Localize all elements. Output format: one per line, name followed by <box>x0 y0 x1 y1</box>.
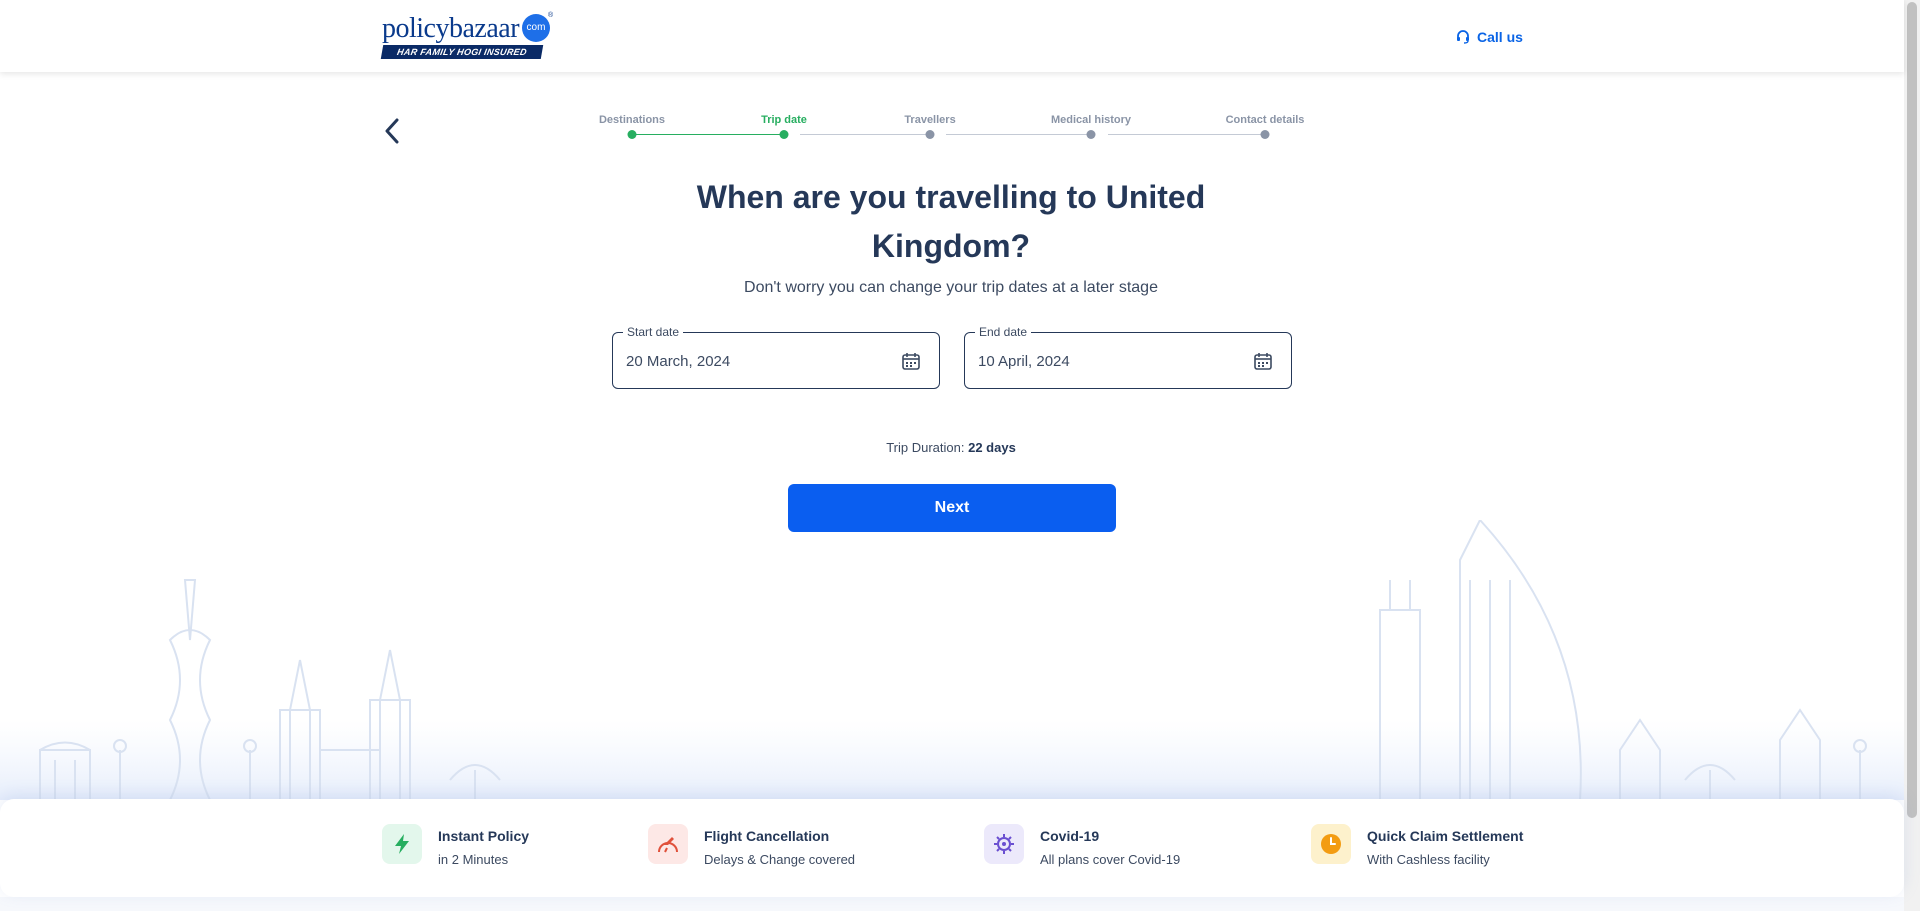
calendar-icon[interactable] <box>901 351 921 371</box>
page-title: When are you travelling to United Kingdo… <box>696 179 1206 264</box>
step-label-trip-date[interactable]: Trip date <box>761 114 807 126</box>
end-date-label: End date <box>975 325 1032 339</box>
step-dot-trip-date <box>779 130 789 139</box>
step-label-destinations[interactable]: Destinations <box>599 114 665 126</box>
bottom-strip <box>0 897 1904 911</box>
end-date-value: 10 April, 2024 <box>978 353 1070 370</box>
feature-title: Instant Policy <box>438 828 530 844</box>
logo-com-badge: com <box>522 14 550 42</box>
call-us-button[interactable]: Call us <box>1455 27 1523 47</box>
top-header: policybazaar com ® HAR FAMILY HOGI INSUR… <box>0 0 1904 72</box>
skyline-illustration <box>0 520 1904 800</box>
step-connector <box>946 134 1090 135</box>
logo-wordmark: policybazaar <box>382 13 520 44</box>
logo-trademark: ® <box>548 12 554 19</box>
step-connector <box>800 134 928 135</box>
trip-duration-value: 22 days <box>968 440 1016 455</box>
call-us-label: Call us <box>1477 29 1523 45</box>
feature-title: Flight Cancellation <box>704 828 830 844</box>
scrollbar-thumb[interactable] <box>1907 2 1917 818</box>
lightning-icon <box>382 824 422 864</box>
start-date-field[interactable]: Start date 20 March, 2024 <box>612 325 940 389</box>
start-date-label: Start date <box>623 325 684 339</box>
progress-stepper: Destinations Trip date Travellers Medica… <box>590 110 1310 140</box>
next-button[interactable]: Next <box>788 484 1116 532</box>
end-date-field[interactable]: End date 10 April, 2024 <box>964 325 1292 389</box>
trip-duration: Trip Duration: 22 days <box>660 440 1242 455</box>
policybazaar-logo[interactable]: policybazaar com ® HAR FAMILY HOGI INSUR… <box>380 12 554 60</box>
vertical-scrollbar[interactable] <box>1904 0 1920 911</box>
step-label-medical-history: Medical history <box>1050 114 1132 126</box>
step-dot-travellers <box>925 130 935 139</box>
feature-subtitle: in 2 Minutes <box>438 852 509 867</box>
logo-tagline: HAR FAMILY HOGI INSURED <box>380 45 544 59</box>
feature-title: Covid-19 <box>1040 828 1100 844</box>
trip-duration-label: Trip Duration: <box>886 440 965 455</box>
step-connector <box>632 134 780 135</box>
calendar-icon[interactable] <box>1253 351 1273 371</box>
step-dot-contact-details <box>1260 130 1270 139</box>
virus-icon <box>984 824 1024 864</box>
step-label-travellers: Travellers <box>904 114 956 126</box>
step-dot-destinations <box>627 130 637 139</box>
headset-icon <box>1457 30 1469 44</box>
back-arrow-icon[interactable] <box>380 116 406 146</box>
step-label-contact-details: Contact details <box>1225 114 1305 126</box>
feature-subtitle: Delays & Change covered <box>704 852 856 867</box>
page-subtitle: Don't worry you can change your trip dat… <box>744 279 1158 296</box>
start-date-value: 20 March, 2024 <box>626 353 731 370</box>
feature-title: Quick Claim Settlement <box>1367 828 1524 844</box>
features-bar: Instant Policy in 2 Minutes Flight Cance… <box>0 799 1904 897</box>
step-dot-medical-history <box>1086 130 1096 139</box>
step-connector <box>1108 134 1262 135</box>
plane-cancel-icon <box>648 824 688 864</box>
logo-word-policy: policy <box>382 13 450 44</box>
feature-subtitle: All plans cover Covid-19 <box>1040 852 1181 867</box>
clock-icon <box>1311 824 1351 864</box>
feature-subtitle: With Cashless facility <box>1367 852 1490 867</box>
logo-word-bazaar: bazaar <box>449 13 520 44</box>
